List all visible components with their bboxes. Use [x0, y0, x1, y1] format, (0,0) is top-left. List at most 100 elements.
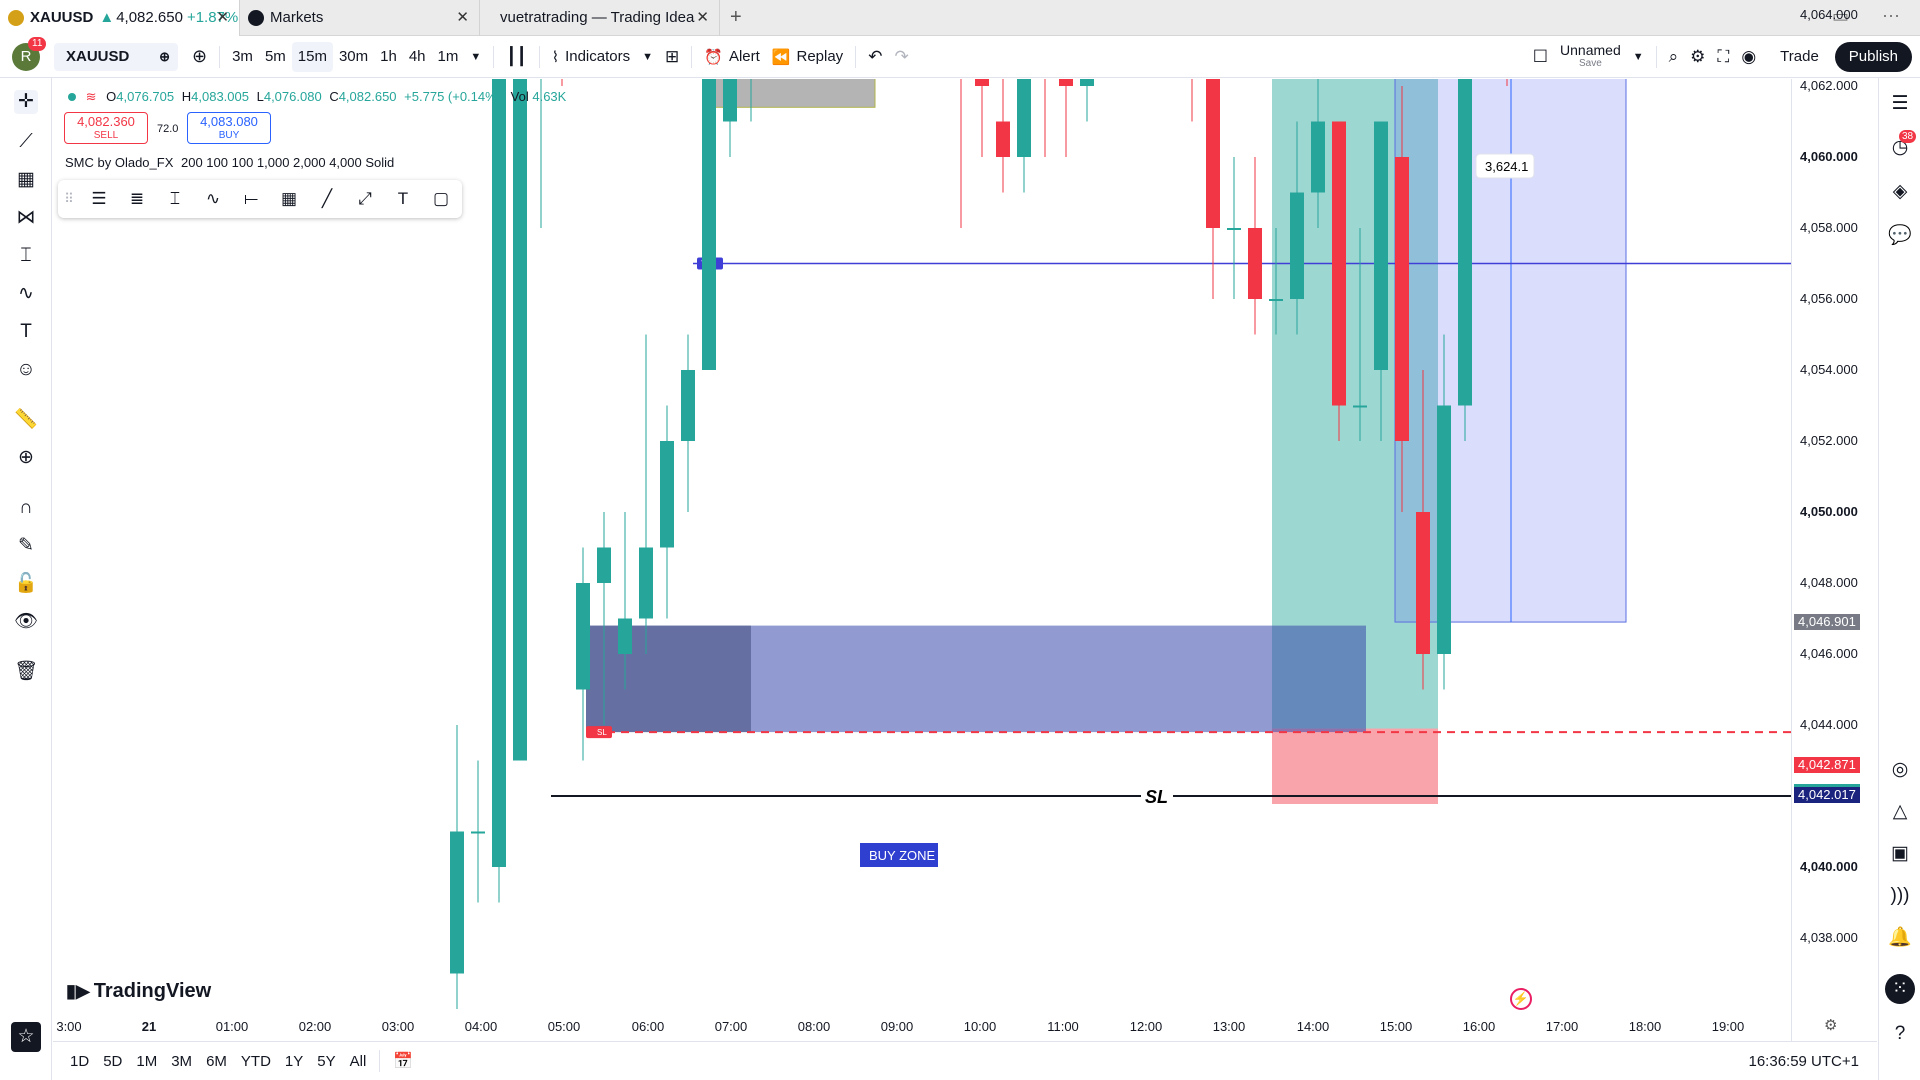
settings-icon[interactable]: ⚙: [1684, 42, 1711, 72]
layout-name-button[interactable]: Unnamed Save: [1560, 43, 1621, 70]
emoji-icon[interactable]: ☺: [14, 358, 38, 382]
close-tab-icon[interactable]: ✕: [216, 8, 229, 26]
camera-icon[interactable]: ◉: [1735, 42, 1762, 72]
candles-icon[interactable]: ┃┃: [500, 42, 532, 72]
indicator-params: 200 100 100 1,000 2,000 4,000 Solid: [181, 155, 395, 170]
line-icon[interactable]: ╱: [308, 189, 346, 209]
range-1d[interactable]: 1D: [63, 1053, 96, 1070]
magnet-icon[interactable]: ∩: [14, 496, 38, 520]
range-5y[interactable]: 5Y: [310, 1053, 342, 1070]
range-1m[interactable]: 1M: [129, 1053, 164, 1070]
apps-grid-icon[interactable]: ⁙: [1885, 974, 1915, 1004]
time-axis-label: 07:00: [714, 1019, 748, 1034]
add-symbol-icon[interactable]: ⊕: [159, 49, 170, 65]
indicator-legend[interactable]: SMC by Olado_FX 200 100 100 1,000 2,000 …: [65, 155, 394, 170]
replay-button[interactable]: ⏪ Replay: [766, 42, 849, 72]
long-position-icon[interactable]: ⌶: [14, 244, 38, 268]
new-tab-icon[interactable]: +: [730, 6, 742, 29]
trade-button[interactable]: Trade: [1768, 42, 1831, 72]
brush-icon[interactable]: ∿: [14, 282, 38, 306]
chat-icon[interactable]: 💬: [1888, 224, 1912, 248]
symbol-search[interactable]: XAUUSD ⊕: [54, 42, 178, 71]
watchlist-icon[interactable]: ☰: [1888, 92, 1912, 116]
tab-markets[interactable]: Markets ✕: [240, 0, 480, 36]
range-all[interactable]: All: [343, 1053, 374, 1070]
tab-xauusd[interactable]: XAUUSD ▲ 4,082.650 +1.87% ✕: [0, 0, 240, 36]
interval-1h[interactable]: 1h: [374, 42, 403, 72]
redo-icon[interactable]: ↷: [888, 42, 914, 72]
sell-button[interactable]: 4,082.360 SELL: [64, 112, 148, 144]
interval-5m[interactable]: 5m: [259, 42, 292, 72]
zoom-icon[interactable]: ⊕: [14, 446, 38, 470]
publish-button[interactable]: Publish: [1834, 41, 1912, 72]
grid-icon[interactable]: ▦: [270, 189, 308, 209]
text-tool-icon[interactable]: T: [384, 189, 422, 209]
fib-retracement-icon[interactable]: ☰: [80, 189, 118, 209]
range-5d[interactable]: 5D: [96, 1053, 129, 1070]
layout-icon[interactable]: ☐: [1527, 42, 1554, 72]
range-1y[interactable]: 1Y: [278, 1053, 310, 1070]
close-tab-icon[interactable]: ✕: [456, 8, 469, 26]
divider: [379, 1050, 381, 1072]
undo-icon[interactable]: ↶: [862, 42, 888, 72]
trash-icon[interactable]: 🗑: [14, 660, 38, 684]
time-axis-label: 01:00: [215, 1019, 249, 1034]
broadcast-icon[interactable]: ))): [1888, 884, 1912, 908]
fib-extension-icon[interactable]: ≣: [118, 189, 156, 209]
measure-label: 3,624.1: [1485, 159, 1528, 174]
chart-pane[interactable]: 3,624.1BUY ZONESLTP3TP2TP1SL: [53, 79, 1791, 1041]
interval-4h[interactable]: 4h: [403, 42, 432, 72]
range-3m[interactable]: 3M: [164, 1053, 199, 1070]
range-ytd[interactable]: YTD: [234, 1053, 278, 1070]
notification-bell-icon[interactable]: 🔔: [1888, 926, 1912, 950]
position-icon[interactable]: ⌶: [156, 189, 194, 209]
pencil-lock-icon[interactable]: ✎: [14, 534, 38, 558]
templates-icon[interactable]: ⊞: [659, 42, 685, 72]
chevron-down-icon[interactable]: ▼: [1627, 42, 1650, 72]
more-icon[interactable]: ⋯: [1882, 6, 1900, 27]
trend-line-icon[interactable]: ⟋: [14, 130, 38, 154]
chevron-down-icon[interactable]: ▼: [464, 42, 487, 72]
help-icon[interactable]: ?: [1888, 1022, 1912, 1046]
quick-search-icon[interactable]: ⌕: [1663, 42, 1685, 72]
go-to-date-icon[interactable]: 📅: [386, 1051, 420, 1071]
fullscreen-icon[interactable]: ⛶: [1711, 42, 1735, 72]
eye-icon[interactable]: 👁: [14, 610, 38, 634]
divider: [538, 45, 540, 68]
buy-button[interactable]: 4,083.080 BUY: [187, 112, 271, 144]
alert-button[interactable]: ⏰ Alert: [698, 42, 766, 72]
ruler-icon[interactable]: 📏: [14, 408, 38, 432]
price-axis[interactable]: 4,088.0004,086.0004,084.0004,082.0004,08…: [1791, 7, 1877, 1041]
avatar[interactable]: R 11: [12, 36, 47, 71]
wave-icon[interactable]: ∿: [194, 189, 232, 209]
lightning-icon[interactable]: ⚡: [1510, 988, 1532, 1010]
chevron-down-icon[interactable]: ▼: [636, 42, 659, 72]
layers-icon[interactable]: ◈: [1888, 180, 1912, 204]
interval-30m[interactable]: 30m: [333, 42, 374, 72]
rectangle-icon[interactable]: ▢: [422, 189, 460, 209]
target-icon[interactable]: ◎: [1888, 758, 1912, 782]
pattern-icon[interactable]: ⋈: [14, 206, 38, 230]
range-6m[interactable]: 6M: [199, 1053, 234, 1070]
fib-grid-icon[interactable]: ▦: [14, 168, 38, 192]
ray-icon[interactable]: ⤢: [346, 189, 384, 209]
chart-canvas[interactable]: 3,624.1BUY ZONESLTP3TP2TP1SL: [53, 79, 1791, 1041]
interval-3m[interactable]: 3m: [226, 42, 259, 72]
clock[interactable]: 16:36:59 UTC+1: [1749, 1053, 1860, 1070]
ideas-icon[interactable]: △: [1888, 800, 1912, 824]
favorites-star-icon[interactable]: ☆: [11, 1022, 41, 1052]
indicators-button[interactable]: ⌇ Indicators: [546, 42, 636, 72]
candle-body: [450, 831, 464, 974]
horizontal-ray-icon[interactable]: ⟝: [232, 189, 270, 209]
crosshair-icon[interactable]: ✛: [14, 90, 38, 114]
drag-handle-icon[interactable]: ⠿: [58, 191, 80, 207]
axis-settings-icon[interactable]: ⚙: [1824, 1016, 1837, 1034]
close-tab-icon[interactable]: ✕: [696, 8, 709, 26]
calendar-icon[interactable]: ▣: [1888, 842, 1912, 866]
text-icon[interactable]: T: [14, 320, 38, 344]
interval-15m[interactable]: 15m: [291, 41, 333, 72]
compare-icon[interactable]: ⊕: [186, 42, 213, 72]
interval-1m[interactable]: 1m: [432, 42, 465, 72]
tab-trading-ideas[interactable]: vuetratrading — Trading Ideas and ✕: [480, 0, 720, 36]
lock-icon[interactable]: 🔓: [14, 572, 38, 596]
